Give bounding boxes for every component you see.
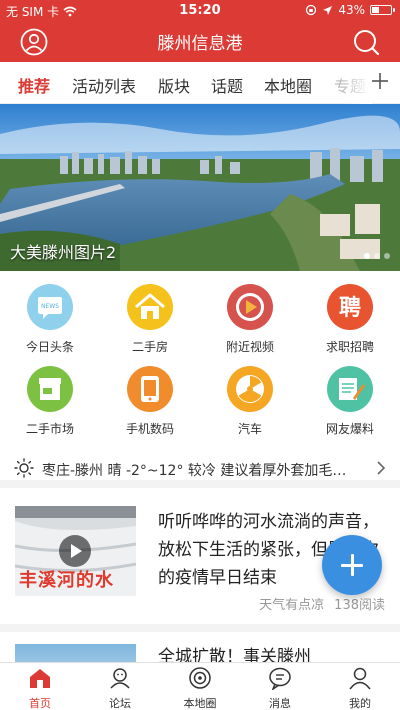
quick-links-grid: NEWS 今日头条 二手房 附近视频 聘 求职招聘 二手市场 手机数码 汽车 网…: [0, 284, 400, 444]
nav-label: 消息: [269, 697, 291, 710]
pagination-dot[interactable]: [374, 253, 380, 259]
quick-link-label: 二手市场: [25, 422, 74, 436]
quick-link-second-house[interactable]: 二手房: [100, 284, 200, 362]
quick-link-digital[interactable]: 手机数码: [100, 366, 200, 444]
local-circle-icon: [189, 667, 211, 689]
car-wheel-icon: [227, 366, 273, 412]
banner-carousel[interactable]: 大美滕州图片2: [0, 104, 400, 271]
news-meta: 天气有点凉 138阅读: [249, 594, 385, 613]
thumbnail-caption: 丰溪河的水: [19, 570, 114, 591]
video-play-icon: [227, 284, 273, 330]
nav-local-circle[interactable]: 本地圈: [160, 666, 240, 710]
quick-link-label: 网友爆料: [325, 422, 374, 436]
forum-icon: [110, 668, 130, 689]
top-bar: 无 SIM 卡 15:20 43% 滕州信息港: [0, 0, 400, 62]
tab-topics[interactable]: 话题: [211, 73, 243, 97]
bottom-nav: 首页 论坛 本地圈 消息 我的: [0, 662, 400, 710]
quick-link-label: 二手房: [131, 340, 168, 354]
message-icon: [269, 667, 291, 691]
weather-bar[interactable]: 枣庄-滕州 晴 -2°~12° 较冷 建议着厚外套加毛…: [0, 448, 400, 488]
search-button[interactable]: [352, 28, 380, 56]
nav-home[interactable]: 首页: [0, 666, 80, 710]
nav-profile[interactable]: 我的: [320, 666, 400, 710]
nav-label: 本地圈: [183, 697, 217, 710]
tab-recommend[interactable]: 推荐: [18, 73, 50, 97]
quick-link-second-market[interactable]: 二手市场: [0, 366, 100, 444]
banner-pagination: [364, 253, 390, 259]
pagination-dot[interactable]: [384, 253, 390, 259]
location-arrow-icon: [323, 5, 333, 15]
quick-link-label: 求职招聘: [325, 340, 374, 354]
nav-forum[interactable]: 论坛: [80, 666, 160, 710]
shop-icon: [27, 366, 73, 412]
quick-link-label: 附近视频: [225, 340, 274, 354]
sun-icon: [14, 458, 34, 478]
search-icon: [354, 30, 380, 56]
battery-fill: [372, 7, 379, 13]
house-icon: [127, 284, 173, 330]
rotation-lock-icon: [306, 4, 317, 16]
quick-link-nearby-video[interactable]: 附近视频: [200, 284, 300, 362]
quick-link-jobs[interactable]: 聘 求职招聘: [300, 284, 400, 362]
add-post-button[interactable]: [322, 535, 382, 595]
video-play-icon[interactable]: [59, 535, 91, 567]
quick-link-headlines[interactable]: NEWS 今日头条: [0, 284, 100, 362]
category-tabs: 推荐 活动列表 版块 话题 本地圈 专题: [0, 62, 400, 104]
news-thumbnail: 丰溪河的水: [15, 506, 136, 596]
tab-boards[interactable]: 版块: [158, 73, 190, 97]
quick-link-tipoff[interactable]: 网友爆料: [300, 366, 400, 444]
svg-text:NEWS: NEWS: [41, 303, 59, 310]
tab-local-circle[interactable]: 本地圈: [264, 73, 312, 97]
app-root: 无 SIM 卡 15:20 43% 滕州信息港 推荐 活动列表 版块 话题 本地…: [0, 0, 400, 710]
pagination-dot[interactable]: [364, 253, 370, 259]
tabs-fade: [342, 62, 372, 104]
quick-link-car[interactable]: 汽车: [200, 366, 300, 444]
recruit-icon: 聘: [327, 284, 373, 330]
banner-caption: 大美滕州图片2: [10, 243, 117, 262]
quick-link-label: 今日头条: [25, 340, 74, 354]
quick-link-label: 手机数码: [125, 422, 174, 436]
home-icon: [30, 669, 50, 688]
svg-text:聘: 聘: [339, 296, 361, 321]
nav-label: 首页: [29, 697, 51, 710]
phone-touch-icon: [127, 366, 173, 412]
news-author: 天气有点凉: [259, 598, 325, 613]
nav-messages[interactable]: 消息: [240, 666, 320, 710]
battery-percent: 43%: [338, 3, 365, 17]
nav-label: 我的: [349, 697, 371, 710]
page-title: 滕州信息港: [157, 34, 243, 54]
header: 滕州信息港: [0, 22, 400, 62]
battery-icon: [370, 5, 395, 15]
plus-icon[interactable]: [370, 70, 390, 92]
weather-text: 枣庄-滕州 晴 -2°~12° 较冷 建议着厚外套加毛…: [42, 463, 347, 479]
news-reads: 138阅读: [334, 598, 385, 613]
chevron-right-icon: [377, 461, 386, 475]
quick-link-label: 汽车: [237, 422, 262, 436]
nav-label: 论坛: [109, 697, 131, 710]
status-right: 43%: [305, 3, 395, 17]
tab-activities[interactable]: 活动列表: [72, 73, 136, 97]
profile-icon: [349, 667, 371, 690]
note-pen-icon: [327, 366, 373, 412]
news-icon: NEWS: [27, 284, 73, 330]
status-bar: 无 SIM 卡 15:20 43%: [0, 0, 400, 20]
